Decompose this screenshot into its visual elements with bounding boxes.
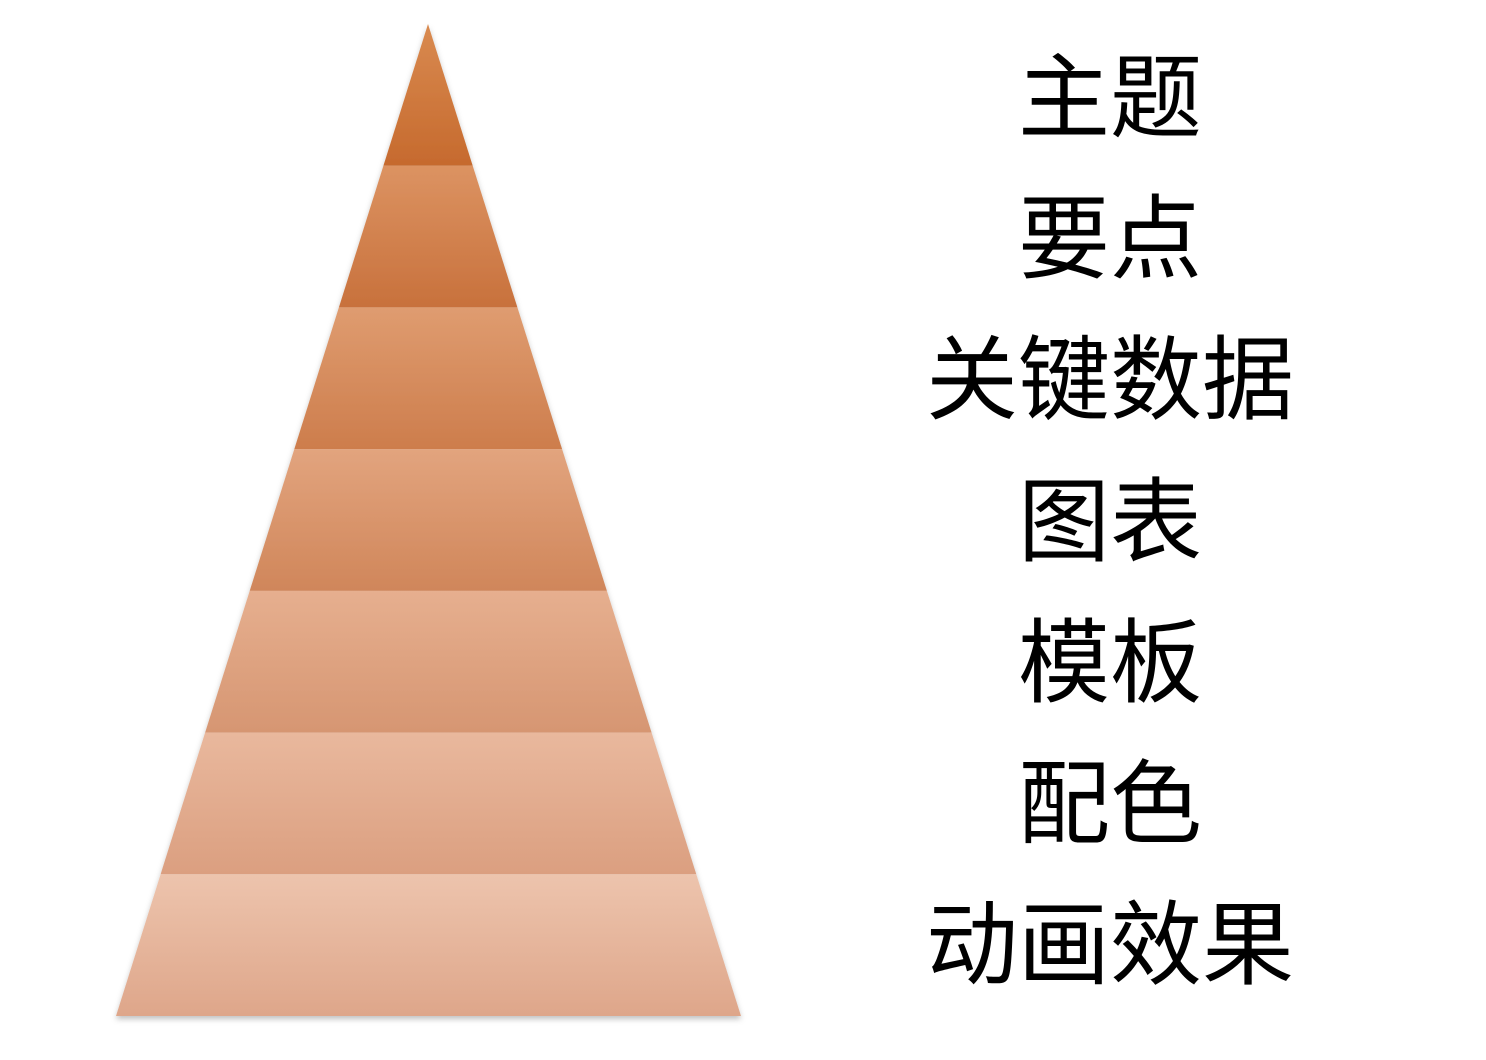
label-level-3: 关键数据 [925, 326, 1294, 434]
label-level-5: 模板 [1017, 609, 1202, 717]
label-level-6: 配色 [1017, 750, 1202, 858]
pyramid-layer-7 [116, 874, 741, 1016]
pyramid-layer-5 [205, 590, 652, 733]
label-level-7: 动画效果 [925, 891, 1294, 999]
pyramid-layer-3 [294, 307, 563, 450]
label-level-4: 图表 [1017, 468, 1202, 576]
label-level-2: 要点 [1017, 185, 1202, 293]
pyramid-layer-1 [383, 24, 473, 166]
pyramid-layer-4 [249, 449, 607, 591]
pyramid-diagram [116, 24, 741, 1016]
pyramid-layer-2 [338, 165, 518, 308]
pyramid-labels: 主题 要点 关键数据 图表 模板 配色 动画效果 [900, 28, 1320, 1018]
label-level-1: 主题 [1017, 44, 1202, 152]
pyramid-layer-6 [160, 732, 697, 875]
